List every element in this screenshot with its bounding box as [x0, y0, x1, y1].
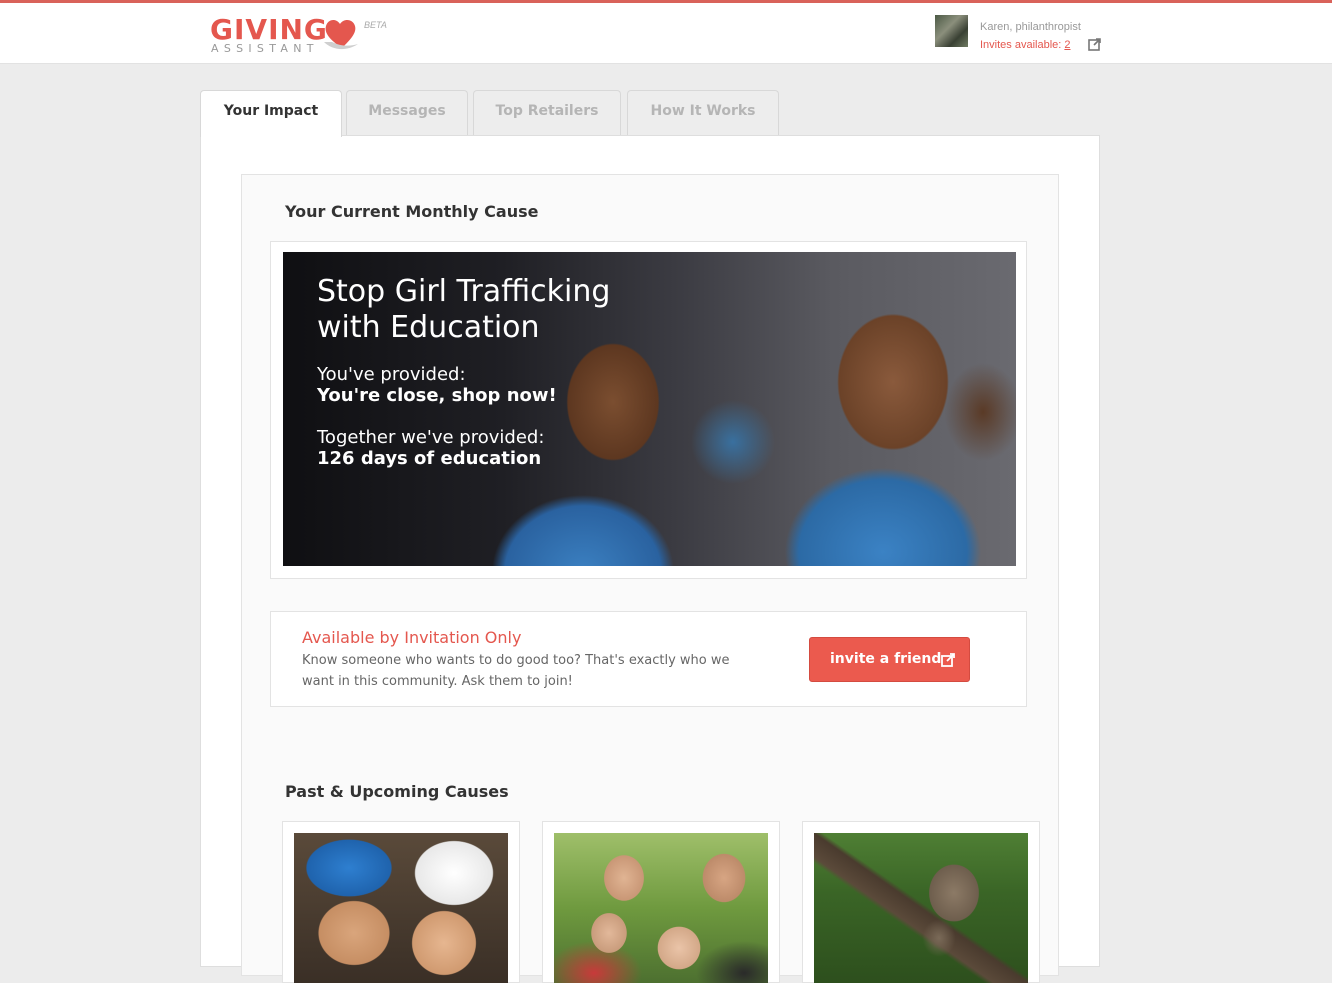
past-cause-card[interactable] — [542, 821, 780, 983]
family-photo-icon — [554, 833, 768, 983]
current-cause-heading: Your Current Monthly Cause — [285, 202, 539, 221]
tab-how-it-works[interactable]: How It Works — [627, 90, 779, 135]
cause-hero-image[interactable]: Stop Girl Trafficking with Education You… — [283, 252, 1016, 566]
tab-messages[interactable]: Messages — [346, 90, 468, 135]
impact-content: Your Current Monthly Cause Stop Girl Tra… — [241, 174, 1059, 983]
invites-count-link[interactable]: 2 — [1064, 39, 1070, 51]
share-icon — [941, 653, 955, 667]
past-cause-card[interactable] — [802, 821, 1040, 983]
monkey-photo-icon — [814, 833, 1028, 983]
main-panel: Your Current Monthly Cause Stop Girl Tra… — [200, 135, 1100, 983]
together-value: 126 days of education — [317, 448, 542, 469]
heart-hand-icon — [324, 20, 358, 50]
chefs-photo-icon — [294, 833, 508, 983]
invite-friend-label: invite a friend — [830, 651, 942, 667]
invite-friend-button[interactable]: invite a friend — [809, 637, 970, 682]
provided-value: You're close, shop now! — [317, 385, 557, 406]
beta-badge: BETA — [364, 20, 387, 30]
user-info: Karen, philanthropist Invites available:… — [935, 15, 1135, 51]
invitation-box: Available by Invitation Only Know someon… — [270, 611, 1027, 707]
logo-sub-text: ASSISTANT — [211, 42, 319, 55]
tab-your-impact[interactable]: Your Impact — [200, 90, 342, 137]
share-icon[interactable] — [1088, 37, 1102, 51]
user-name: Karen, philanthropist — [980, 21, 1081, 33]
header-bar: GIVING ASSISTANT BETA Karen, philanthrop… — [0, 3, 1332, 64]
invites-label: Invites available: — [980, 39, 1062, 51]
together-label: Together we've provided: — [317, 427, 545, 448]
avatar[interactable] — [935, 15, 968, 47]
cause-title: Stop Girl Trafficking with Education — [317, 274, 611, 345]
current-cause-card: Stop Girl Trafficking with Education You… — [270, 241, 1027, 579]
tab-top-retailers[interactable]: Top Retailers — [473, 90, 621, 135]
logo[interactable]: GIVING ASSISTANT BETA — [210, 13, 400, 59]
past-cause-card[interactable] — [282, 821, 520, 983]
past-causes-heading: Past & Upcoming Causes — [285, 782, 509, 801]
invites-available: Invites available: 2 — [980, 39, 1071, 51]
invitation-text: Know someone who wants to do good too? T… — [302, 653, 730, 689]
provided-label: You've provided: — [317, 364, 466, 385]
invitation-title: Available by Invitation Only — [302, 628, 522, 647]
